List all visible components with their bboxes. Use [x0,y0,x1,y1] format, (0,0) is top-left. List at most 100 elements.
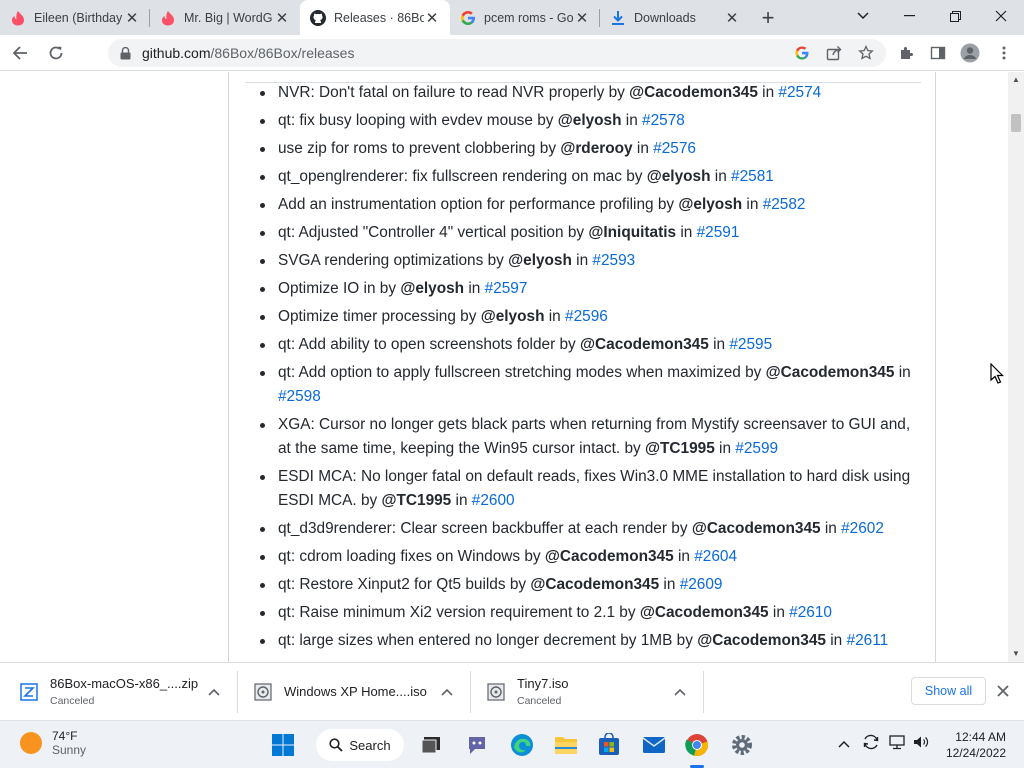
pull-request-link[interactable]: #2611 [847,632,889,649]
close-icon[interactable]: ✕ [124,9,140,27]
author-link[interactable]: @elyosh [400,280,464,297]
profile-avatar-icon[interactable] [960,43,980,63]
menu-kebab-icon[interactable] [994,43,1014,63]
close-icon[interactable]: ✕ [574,9,590,27]
change-conjunction: in [708,336,730,353]
tray-chevron-up-icon[interactable] [838,735,850,751]
back-button[interactable] [4,37,36,69]
teams-chat-icon[interactable] [461,729,493,761]
edge-browser-icon[interactable] [506,729,538,761]
author-link[interactable]: @Iniquitatis [588,224,676,241]
close-icon[interactable]: ✕ [424,9,440,27]
author-link[interactable]: @Cacodemon345 [530,576,659,593]
start-button[interactable] [267,729,299,761]
google-lens-icon[interactable] [792,43,812,63]
address-bar[interactable]: github.com/86Box/86Box/releases [108,39,886,67]
author-link[interactable]: @elyosh [647,168,711,185]
close-icon[interactable]: ✕ [274,9,290,27]
tab-4[interactable]: Downloads ✕ [600,0,750,35]
change-text: qt: Raise minimum Xi2 version requiremen… [278,604,640,621]
pull-request-link[interactable]: #2595 [729,336,772,353]
show-all-button[interactable]: Show all [911,677,986,705]
page-scrollbar[interactable]: ▲ ▼ [1008,72,1024,662]
reload-button[interactable] [40,37,72,69]
pull-request-link[interactable]: #2578 [642,112,685,129]
taskbar-clock[interactable]: 12:44 AM 12/24/2022 [930,729,1006,761]
author-link[interactable]: @elyosh [508,252,572,269]
tab-2-active[interactable]: Releases · 86Bo ✕ [300,0,450,35]
pull-request-link[interactable]: #2582 [763,196,806,213]
scroll-down-arrow-icon[interactable]: ▼ [1011,650,1021,658]
weather-widget[interactable]: 74°F Sunny [20,729,86,757]
windows-taskbar: 74°F Sunny Search 12:44 AM 12/24/2022 [0,720,1024,768]
close-icon[interactable]: ✕ [724,9,740,27]
clock-time: 12:44 AM [955,730,1006,744]
author-link[interactable]: @Cacodemon345 [697,632,826,649]
change-conjunction: in [825,632,847,649]
change-conjunction: in [714,440,736,457]
minimize-icon[interactable] [886,0,932,32]
tab-0[interactable]: Eileen (Birthday ✕ [0,0,150,35]
volume-icon[interactable] [912,733,930,754]
task-view-icon[interactable] [415,729,447,761]
author-link[interactable]: @rderooy [560,140,632,157]
change-text: qt: cdrom loading fixes on Windows by [278,548,545,565]
new-tab-button[interactable]: + [750,0,786,35]
scroll-up-arrow-icon[interactable]: ▲ [1011,76,1021,84]
restore-icon[interactable] [932,0,978,32]
mail-icon[interactable] [638,729,670,761]
share-icon[interactable] [824,43,844,63]
author-link[interactable]: @elyosh [558,112,622,129]
pull-request-link[interactable]: #2604 [694,548,737,565]
pull-request-link[interactable]: #2600 [472,492,515,509]
scroll-thumb[interactable] [1011,114,1021,132]
tab-1[interactable]: Mr. Big | WordG ✕ [150,0,300,35]
author-link[interactable]: @Cacodemon345 [580,336,709,353]
side-panel-icon[interactable] [928,43,948,63]
author-link[interactable]: @Cacodemon345 [629,84,758,101]
author-link[interactable]: @Cacodemon345 [545,548,674,565]
author-link[interactable]: @Cacodemon345 [692,520,821,537]
author-link[interactable]: @TC1995 [381,492,451,509]
shelf-close-icon[interactable] [997,681,1009,702]
pull-request-link[interactable]: #2602 [841,520,884,537]
download-item-2[interactable]: Tiny7.iso Canceled [487,663,697,720]
file-explorer-icon[interactable] [550,729,582,761]
author-link[interactable]: @Cacodemon345 [640,604,769,621]
sync-icon[interactable] [862,733,880,754]
chevron-up-icon[interactable] [208,685,220,699]
taskbar-search[interactable]: Search [316,729,404,761]
author-link[interactable]: @elyosh [481,308,545,325]
author-link[interactable]: @elyosh [678,196,742,213]
tab-search-icon[interactable] [840,0,886,32]
pull-request-link[interactable]: #2599 [735,440,778,457]
pull-request-link[interactable]: #2581 [731,168,774,185]
pull-request-link[interactable]: #2591 [697,224,740,241]
chrome-icon[interactable] [681,729,713,761]
chevron-up-icon[interactable] [674,685,686,699]
pull-request-link[interactable]: #2609 [680,576,723,593]
window-close-icon[interactable] [978,0,1024,32]
tab-3[interactable]: pcem roms - Go ✕ [450,0,600,35]
download-filename: 86Box-macOS-x86_....zip [50,676,199,691]
microsoft-store-icon[interactable] [593,729,625,761]
pull-request-link[interactable]: #2598 [278,388,321,405]
settings-gear-icon[interactable] [726,729,758,761]
chevron-up-icon[interactable] [441,685,453,699]
author-link[interactable]: @Cacodemon345 [766,364,895,381]
bookmark-star-icon[interactable] [856,43,876,63]
network-icon[interactable] [888,733,906,754]
download-shelf: 86Box-macOS-x86_....zip Canceled Windows… [0,662,1024,719]
download-item-0[interactable]: 86Box-macOS-x86_....zip Canceled [20,663,230,720]
pull-request-link[interactable]: #2610 [789,604,832,621]
author-link[interactable]: @TC1995 [645,440,715,457]
pull-request-link[interactable]: #2596 [565,308,608,325]
pull-request-link[interactable]: #2576 [653,140,696,157]
back-arrow-icon [12,45,27,60]
pull-request-link[interactable]: #2574 [778,84,821,101]
pull-request-link[interactable]: #2597 [485,280,528,297]
extensions-icon[interactable] [896,43,916,63]
download-item-1[interactable]: Windows XP Home....iso [254,663,464,720]
lock-icon[interactable] [120,46,134,60]
pull-request-link[interactable]: #2593 [592,252,635,269]
